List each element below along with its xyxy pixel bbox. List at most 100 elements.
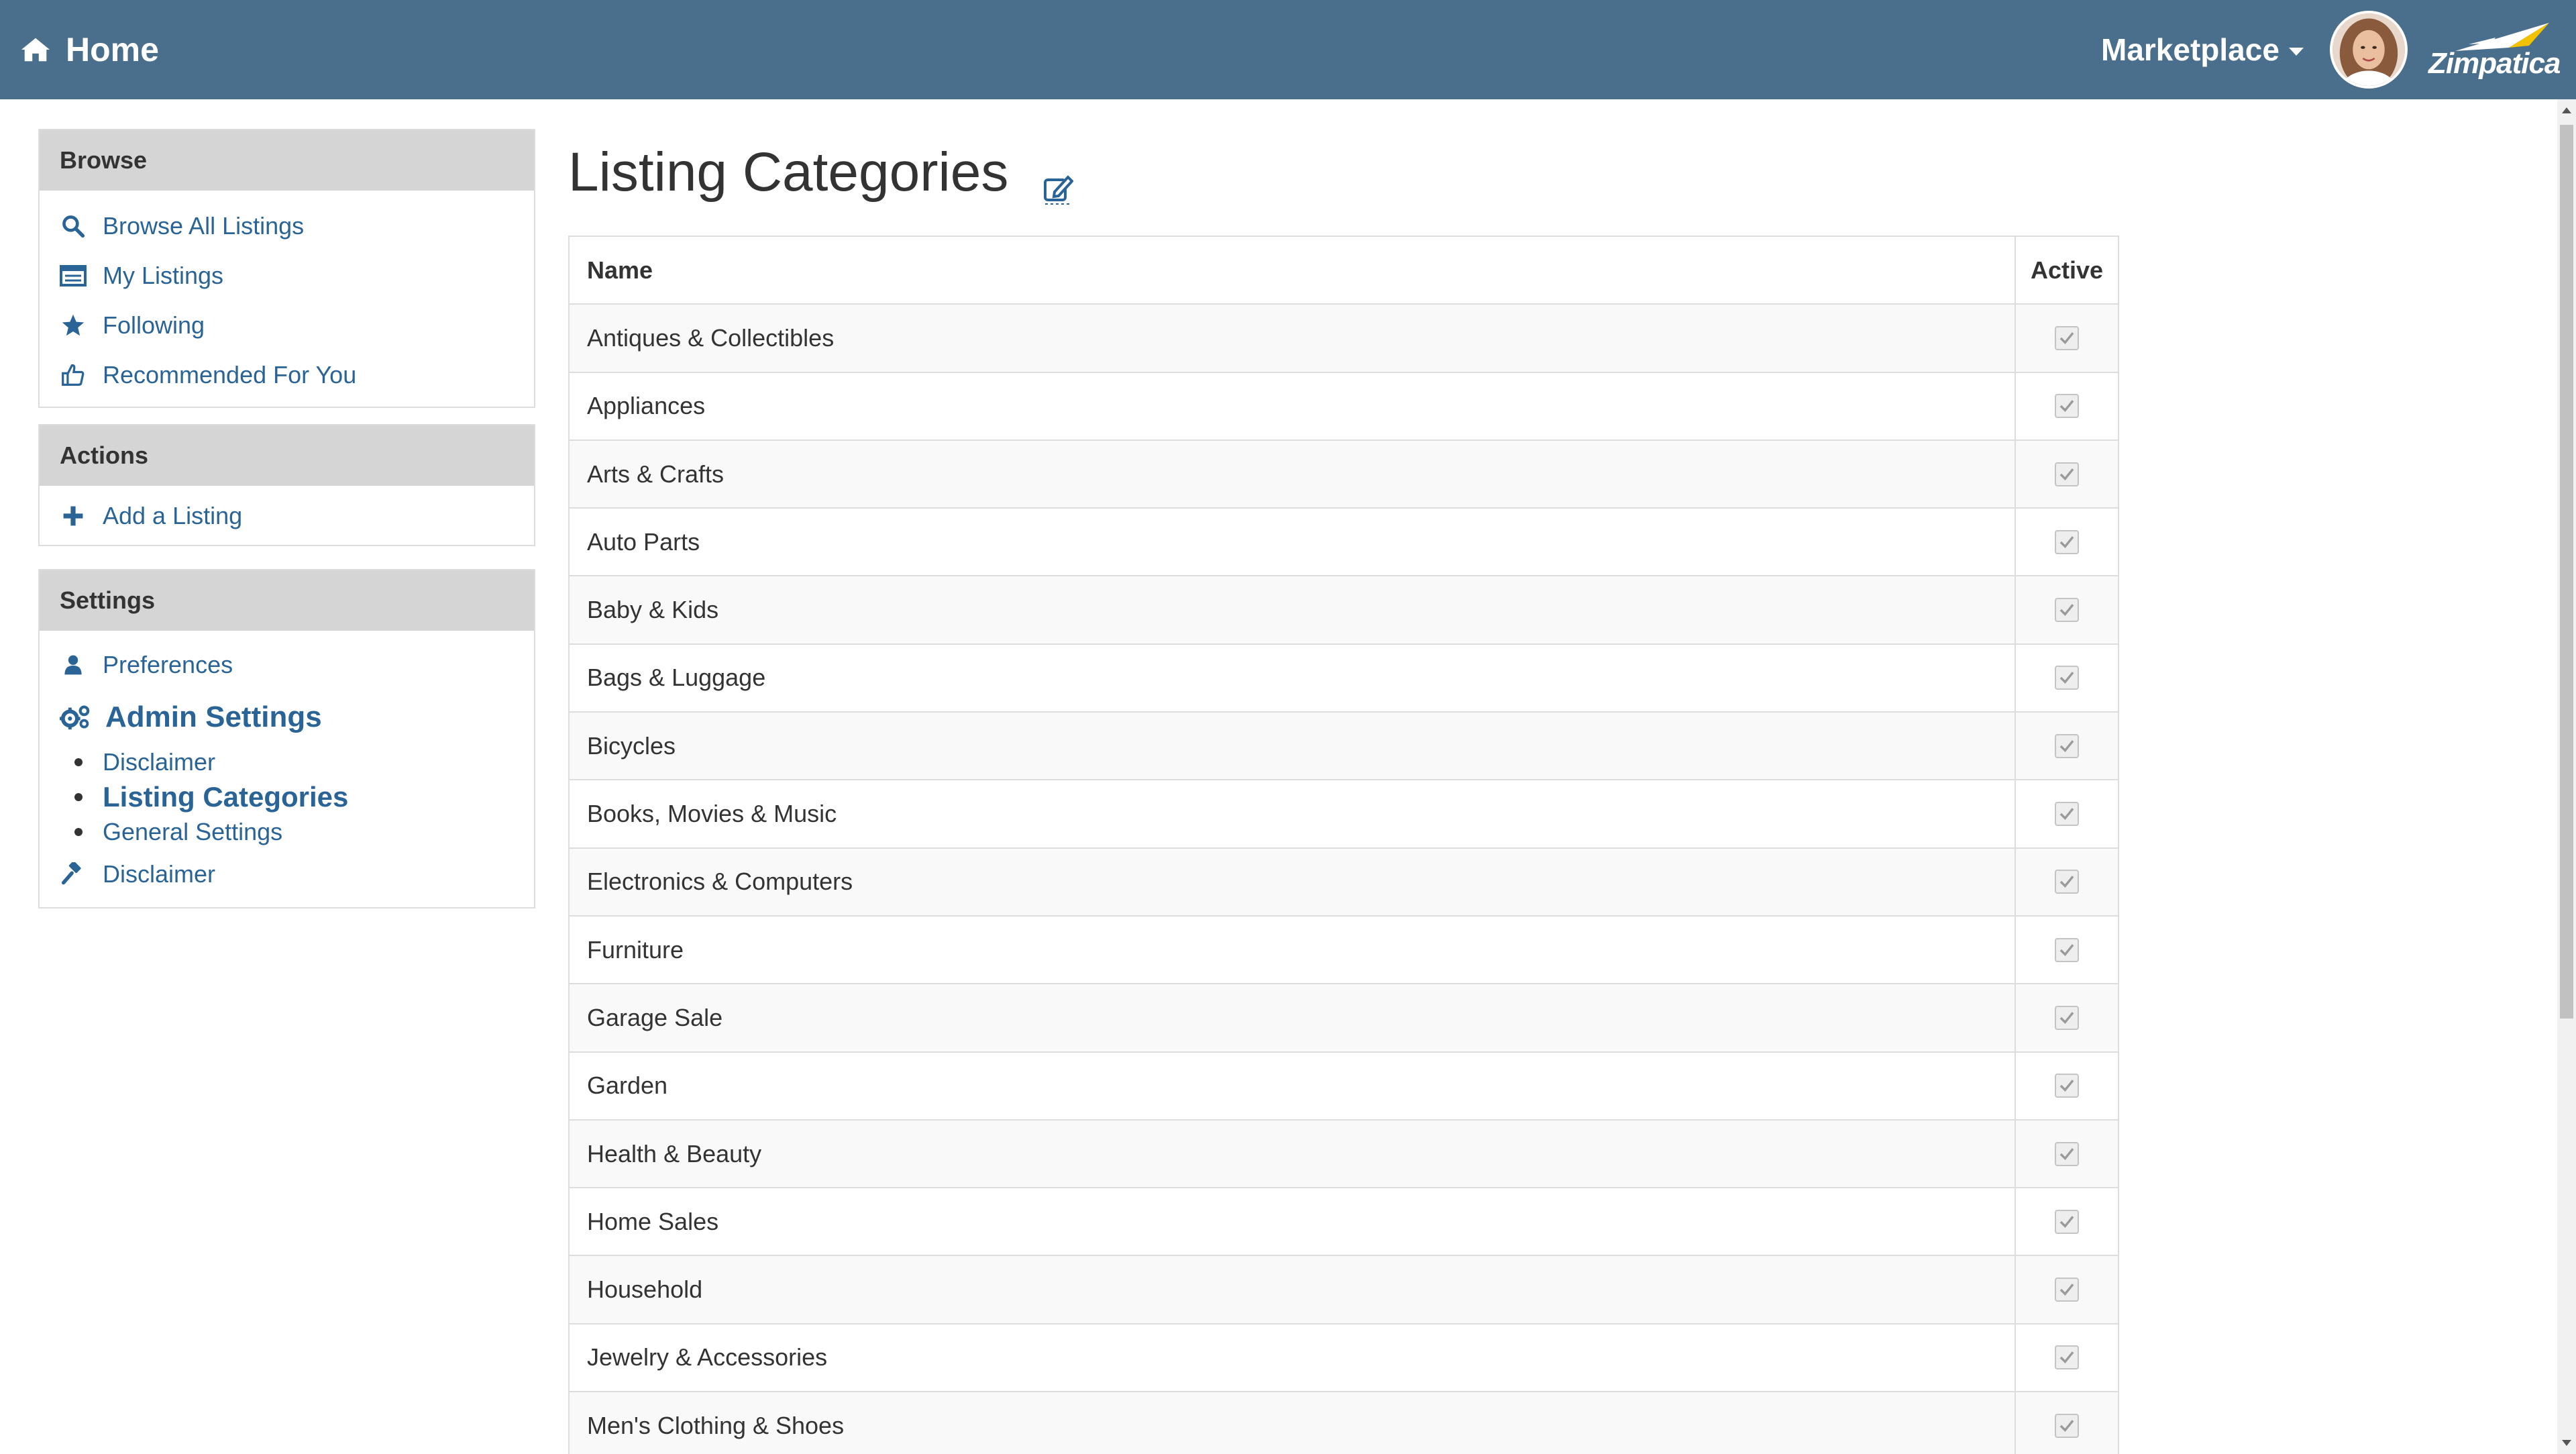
marketplace-dropdown[interactable]: Marketplace xyxy=(2101,0,2304,99)
active-cell xyxy=(2016,509,2118,575)
avatar-image xyxy=(2332,13,2405,86)
recommended-for-you-link[interactable]: Recommended For You xyxy=(60,350,514,400)
scroll-down-arrow-icon[interactable] xyxy=(2562,1440,2571,1446)
table-row: Garden xyxy=(570,1052,2118,1121)
table-row: Bicycles xyxy=(570,713,2118,781)
active-cell xyxy=(2016,917,2118,983)
check-icon xyxy=(2059,943,2074,956)
check-icon xyxy=(2059,1351,2074,1364)
table-row: Electronics & Computers xyxy=(570,848,2118,917)
plus-icon xyxy=(63,506,83,526)
active-checkbox[interactable] xyxy=(2055,1209,2079,1234)
preferences-label: Preferences xyxy=(103,651,233,678)
page-title: Listing Categories xyxy=(568,142,1009,203)
category-name: Garage Sale xyxy=(570,984,2016,1051)
gears-icon xyxy=(60,705,90,730)
category-name: Antiques & Collectibles xyxy=(570,305,2016,372)
logo-text: Zimpatica xyxy=(2428,47,2561,80)
disclaimer-link[interactable]: Disclaimer xyxy=(60,849,514,899)
category-name: Health & Beauty xyxy=(570,1120,2016,1188)
categories-table: Name Active Antiques & Collectibles Appli… xyxy=(568,236,2119,1454)
active-cell xyxy=(2016,1392,2118,1454)
table-row: Bags & Luggage xyxy=(570,644,2118,713)
thumbs-up-icon xyxy=(62,364,85,386)
active-checkbox[interactable] xyxy=(2055,802,2079,827)
category-name: Bags & Luggage xyxy=(570,644,2016,712)
browse-all-listings-label: Browse All Listings xyxy=(103,212,305,240)
check-icon xyxy=(2059,604,2074,617)
active-checkbox[interactable] xyxy=(2055,1141,2079,1166)
table-row: Household xyxy=(570,1256,2118,1325)
active-checkbox[interactable] xyxy=(2055,529,2079,554)
table-row: Appliances xyxy=(570,372,2118,441)
table-row: Jewelry & Accessories xyxy=(570,1324,2118,1393)
check-icon xyxy=(2059,332,2074,344)
active-cell xyxy=(2016,1325,2118,1391)
category-name: Bicycles xyxy=(570,713,2016,780)
active-checkbox[interactable] xyxy=(2055,666,2079,690)
active-checkbox[interactable] xyxy=(2055,1413,2079,1438)
active-checkbox[interactable] xyxy=(2055,733,2079,758)
admin-settings-link[interactable]: Admin Settings xyxy=(60,690,514,745)
active-checkbox[interactable] xyxy=(2055,598,2079,623)
active-checkbox[interactable] xyxy=(2055,1278,2079,1302)
active-checkbox[interactable] xyxy=(2055,1005,2079,1030)
active-cell xyxy=(2016,576,2118,643)
active-checkbox[interactable] xyxy=(2055,462,2079,486)
active-checkbox[interactable] xyxy=(2055,1345,2079,1370)
active-cell xyxy=(2016,645,2118,711)
active-checkbox[interactable] xyxy=(2055,870,2079,894)
submenu-item-listing-categories: Listing Categories xyxy=(74,780,514,815)
user-avatar[interactable] xyxy=(2330,11,2408,89)
submenu-general-settings-link[interactable]: General Settings xyxy=(103,818,282,846)
table-row: Arts & Crafts xyxy=(570,440,2118,509)
scroll-thumb[interactable] xyxy=(2560,125,2573,1019)
actions-panel: Actions Add a Listing xyxy=(38,424,535,546)
category-name: Home Sales xyxy=(570,1188,2016,1255)
active-checkbox[interactable] xyxy=(2055,937,2079,962)
table-row: Men's Clothing & Shoes xyxy=(570,1392,2118,1454)
actions-panel-title: Actions xyxy=(40,425,534,486)
active-cell xyxy=(2016,849,2118,915)
bullet xyxy=(74,828,83,836)
following-link[interactable]: Following xyxy=(60,301,514,350)
table-row: Garage Sale xyxy=(570,984,2118,1053)
check-icon xyxy=(2059,1147,2074,1160)
check-icon xyxy=(2059,672,2074,684)
category-name: Garden xyxy=(570,1052,2016,1119)
submenu-listing-categories-link[interactable]: Listing Categories xyxy=(103,781,348,813)
add-listing-link[interactable]: Add a Listing xyxy=(60,491,514,541)
category-name: Appliances xyxy=(570,372,2016,439)
active-cell xyxy=(2016,1256,2118,1322)
table-header-row: Name Active xyxy=(570,237,2118,305)
category-name: Electronics & Computers xyxy=(570,848,2016,915)
home-label: Home xyxy=(66,31,159,68)
active-checkbox[interactable] xyxy=(2055,325,2079,350)
zimpatica-logo[interactable]: Zimpatica xyxy=(2428,17,2563,82)
category-name: Jewelry & Accessories xyxy=(570,1324,2016,1392)
edit-categories-button[interactable] xyxy=(1044,172,1074,206)
page-scrollbar[interactable] xyxy=(2557,99,2576,1454)
preferences-link[interactable]: Preferences xyxy=(60,640,514,690)
scroll-up-arrow-icon[interactable] xyxy=(2562,107,2571,113)
submenu-disclaimer-link[interactable]: Disclaimer xyxy=(103,748,215,776)
check-icon xyxy=(2059,739,2074,752)
my-listings-link[interactable]: My Listings xyxy=(60,251,514,301)
table-row: Home Sales xyxy=(570,1188,2118,1257)
active-cell xyxy=(2016,984,2118,1051)
browse-panel-title: Browse xyxy=(40,130,534,191)
browse-all-listings-link[interactable]: Browse All Listings xyxy=(60,201,514,251)
settings-panel: Settings Preferences Admin Settings Disc… xyxy=(38,569,535,908)
search-icon xyxy=(62,215,85,238)
admin-settings-submenu: Disclaimer Listing Categories General Se… xyxy=(60,745,514,849)
active-checkbox[interactable] xyxy=(2055,1074,2079,1098)
active-checkbox[interactable] xyxy=(2055,394,2079,419)
category-name: Household xyxy=(570,1256,2016,1323)
top-navbar: Home Marketplace Zimpatica xyxy=(0,0,2576,99)
edit-icon xyxy=(1044,175,1074,205)
active-cell xyxy=(2016,1053,2118,1119)
check-icon xyxy=(2059,876,2074,888)
category-name: Auto Parts xyxy=(570,509,2016,576)
category-name: Arts & Crafts xyxy=(570,440,2016,508)
home-link[interactable]: Home xyxy=(20,0,159,99)
